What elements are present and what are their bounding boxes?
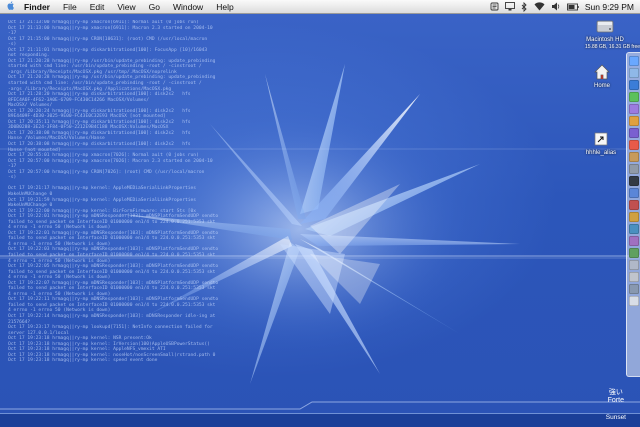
volume-icon[interactable] <box>551 2 561 11</box>
apple-icon[interactable] <box>4 1 18 12</box>
menu-view[interactable]: View <box>111 2 142 12</box>
alias-icon <box>593 132 609 149</box>
trash-icon[interactable] <box>628 296 639 306</box>
wallpaper-bottom-band <box>0 413 640 427</box>
ichat-icon[interactable] <box>628 92 639 102</box>
app-icon[interactable] <box>628 236 639 246</box>
desktop-icon-sublabel: 15.88 GB, 16.31 GB free <box>585 44 640 50</box>
hard-drive-icon <box>596 20 614 36</box>
displays-icon[interactable] <box>504 2 515 11</box>
wifi-icon[interactable] <box>534 2 545 11</box>
app-icon[interactable] <box>628 212 639 222</box>
imovie-icon[interactable] <box>628 128 639 138</box>
desktop-icon-label: hhhle_alias <box>585 150 617 156</box>
quicktime-icon[interactable] <box>628 188 639 198</box>
desktop: Oct 17 21:13:00 hrmagq||ry-mp xmacron[69… <box>0 14 640 427</box>
mail-icon[interactable] <box>628 68 639 78</box>
script-menu-icon[interactable] <box>490 2 499 11</box>
app-icon[interactable] <box>628 284 639 294</box>
app-icon[interactable] <box>628 260 639 270</box>
preferences-icon[interactable] <box>628 164 639 174</box>
menu-help[interactable]: Help <box>210 2 240 12</box>
menu-bar: Finder File Edit View Go Window Help Sun… <box>0 0 640 14</box>
menu-finder[interactable]: Finder <box>18 2 57 12</box>
menu-extras: Sun 9:29 PM <box>490 0 634 13</box>
console-log: Oct 17 21:13:00 hrmagq||ry-mp xmacron[69… <box>8 20 308 420</box>
home-icon <box>594 64 610 82</box>
iphoto-icon[interactable] <box>628 116 639 126</box>
terminal-icon[interactable] <box>628 176 639 186</box>
menu-window[interactable]: Window <box>167 2 210 12</box>
safari-icon[interactable] <box>628 80 639 90</box>
app-icon[interactable] <box>628 200 639 210</box>
dock <box>626 52 640 377</box>
app-icon[interactable] <box>628 224 639 234</box>
wallpaper-forte-label: 強い Forte <box>607 389 624 404</box>
desktop-icon-label: Macintosh HD <box>586 37 624 43</box>
addressbook-icon[interactable] <box>628 152 639 162</box>
console-line: Oct 17 19:23:18 hrmagq||ry-mp kernel: sp… <box>8 358 158 364</box>
menu-clock[interactable]: Sun 9:29 PM <box>585 2 634 12</box>
app-icon[interactable] <box>628 272 639 282</box>
wallpaper-title: Sunset <box>605 414 626 421</box>
itunes-icon[interactable] <box>628 104 639 114</box>
bluetooth-icon[interactable] <box>521 1 528 12</box>
menu-go[interactable]: Go <box>143 2 167 12</box>
app-icon[interactable] <box>628 248 639 258</box>
finder-icon[interactable] <box>628 56 639 66</box>
desktop-icon-macintosh-hd[interactable]: Macintosh HD 15.88 GB, 16.31 GB free <box>585 18 640 51</box>
battery-icon[interactable] <box>566 3 579 11</box>
ical-icon[interactable] <box>628 140 639 150</box>
desktop-icon-alias[interactable]: hhhle_alias <box>584 131 618 157</box>
menu-file[interactable]: File <box>57 2 84 12</box>
desktop-icon-label: Home <box>593 83 610 89</box>
menu-edit[interactable]: Edit <box>84 2 112 12</box>
desktop-icon-home[interactable]: Home <box>588 64 616 90</box>
